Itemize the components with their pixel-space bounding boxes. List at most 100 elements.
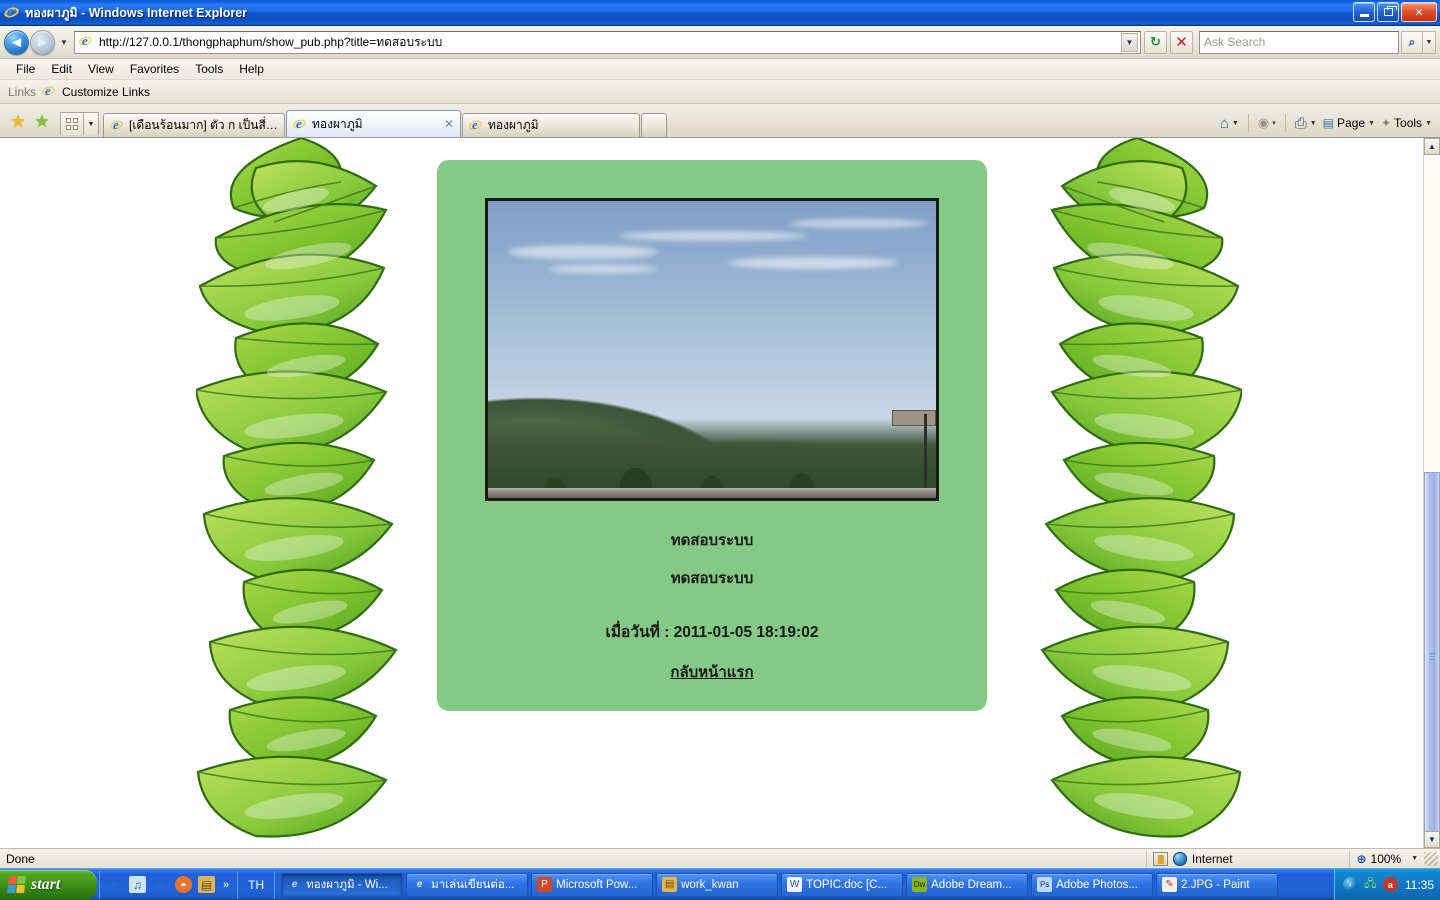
taskbar-button-6[interactable]: Ps Adobe Photos...	[1031, 872, 1154, 897]
photoshop-icon: Ps	[1037, 877, 1053, 892]
address-input[interactable]: e http://127.0.0.1/thongphaphum/show_pub…	[74, 30, 1141, 54]
windows-flag-icon	[7, 876, 26, 893]
chevron-down-icon: ▾	[1272, 120, 1276, 127]
tab-1[interactable]: e ทองผาภูมิ ✕	[286, 110, 461, 137]
language-bar[interactable]: TH	[237, 870, 276, 899]
star-plus-icon: ★	[34, 111, 50, 131]
stop-button[interactable]: ✕	[1170, 30, 1193, 54]
page-icon: ▤	[1322, 116, 1335, 130]
page-menu-label: Page	[1337, 116, 1366, 130]
taskbar-button-3[interactable]: ▤ work_kwan	[656, 872, 779, 897]
scrollbar-track[interactable]	[1424, 155, 1440, 842]
tab-label: ทองผาภูมิ	[488, 118, 539, 132]
resize-grip[interactable]	[1424, 851, 1438, 866]
quick-tabs-button[interactable]	[60, 112, 84, 135]
leaf-decoration-left	[194, 138, 426, 848]
quicklaunch-overflow-icon[interactable]: »	[223, 879, 229, 891]
taskbar-button-1[interactable]: e มาเล่นเขียนต่อ...	[406, 872, 529, 897]
tools-menu-button[interactable]: ✦ Tools ▼	[1379, 116, 1434, 130]
taskbar-button-label: 2.JPG - Paint	[1181, 878, 1250, 891]
page-favicon-icon: e	[78, 34, 95, 50]
chevron-down-icon: ▼	[60, 37, 68, 47]
antivirus-tray-icon[interactable]: a	[1382, 877, 1398, 892]
ie-icon: e	[468, 118, 484, 133]
ie-icon: e	[2, 4, 21, 22]
stop-icon: ✕	[1175, 34, 1188, 51]
ie2-quicklaunch-icon[interactable]: e	[152, 876, 169, 893]
print-button[interactable]: ⎙ ▼	[1293, 115, 1319, 132]
start-button[interactable]: start	[0, 869, 97, 900]
window-controls: ✕	[1353, 2, 1437, 22]
caption-detail: ทดสอบระบบ	[670, 570, 754, 587]
tab-0[interactable]: e [เดือนร้อนมาก] ตัว ก เป็นสี่เห...	[103, 113, 285, 137]
forest-trees	[488, 442, 936, 490]
menu-view[interactable]: View	[80, 60, 122, 78]
scroll-up-button[interactable]: ▲	[1424, 138, 1440, 155]
back-button[interactable]: ◄	[4, 29, 29, 55]
restore-button[interactable]	[1377, 2, 1399, 22]
menu-edit[interactable]: Edit	[43, 60, 80, 78]
chevron-down-icon[interactable]: ▼	[1411, 855, 1418, 862]
taskbar-button-0[interactable]: e ทองผาภูมิ - Wi...	[281, 872, 404, 897]
customize-links-item[interactable]: e Customize Links	[41, 84, 150, 100]
refresh-button[interactable]: ↻	[1144, 30, 1167, 54]
scroll-down-button[interactable]: ▼	[1424, 831, 1440, 848]
taskbar-button-7[interactable]: ✎ 2.JPG - Paint	[1156, 872, 1279, 897]
zoom-icon: ⊕	[1356, 851, 1367, 866]
taskbar-button-label: Adobe Dream...	[931, 878, 1012, 891]
chevron-up-icon: ▲	[1428, 142, 1436, 151]
links-bar: Links e Customize Links	[0, 80, 1440, 104]
add-favorite-button[interactable]: ★	[32, 111, 52, 131]
search-field[interactable]	[1204, 35, 1394, 49]
forward-button[interactable]: ►	[30, 29, 55, 55]
zone-icon	[1152, 851, 1168, 866]
tab-2[interactable]: e ทองผาภูมิ	[462, 113, 640, 137]
new-tab-button[interactable]	[641, 113, 667, 137]
feeds-icon: ◉	[1257, 115, 1270, 130]
taskbar-button-2[interactable]: P Microsoft Pow...	[531, 872, 654, 897]
menu-bar: File Edit View Favorites Tools Help	[0, 59, 1440, 80]
menu-help[interactable]: Help	[231, 60, 272, 78]
menu-tools[interactable]: Tools	[187, 60, 231, 78]
taskbar-button-4[interactable]: W TOPIC.doc [C...	[781, 872, 904, 897]
firefox-quicklaunch-icon[interactable]: ◓	[175, 876, 192, 893]
back-home-link[interactable]: กลับหน้าแรก	[670, 664, 753, 681]
ie-quicklaunch-icon[interactable]: e	[106, 876, 123, 893]
taskbar-clock[interactable]: 11:35	[1405, 878, 1434, 892]
feeds-button[interactable]: ◉ ▾	[1256, 115, 1278, 131]
menu-file[interactable]: File	[8, 60, 43, 78]
close-button[interactable]: ✕	[1401, 2, 1437, 22]
scrollbar-thumb[interactable]	[1424, 472, 1440, 842]
history-dropdown-button[interactable]: ▼	[57, 31, 71, 53]
minimize-button[interactable]	[1353, 2, 1375, 22]
favorites-center-button[interactable]: ★	[8, 111, 28, 131]
chevron-down-icon: ▼	[1425, 38, 1433, 46]
chevron-down-icon: ▼	[1428, 835, 1436, 844]
tab-close-icon[interactable]: ✕	[444, 117, 454, 131]
tray-expand-icon[interactable]: ‹	[1342, 877, 1358, 892]
star-icon: ★	[10, 111, 26, 131]
cloud	[618, 231, 808, 241]
media-quicklaunch-icon[interactable]: ♫	[129, 876, 146, 893]
network-tray-icon[interactable]: 🖧	[1363, 877, 1378, 892]
security-zone-cell[interactable]: Internet	[1147, 849, 1350, 868]
page-menu-button[interactable]: ▤ Page ▼	[1321, 116, 1377, 130]
chevron-down-icon: ▼	[1231, 119, 1239, 127]
tab-list-button[interactable]: ▼	[84, 112, 99, 135]
zoom-cell[interactable]: ⊕ 100% ▼	[1350, 849, 1424, 868]
address-dropdown-button[interactable]: ▼	[1121, 32, 1138, 52]
ie-icon: e	[291, 879, 298, 890]
vertical-scrollbar[interactable]: ▲ ▼	[1423, 138, 1440, 848]
status-text-cell: Done	[0, 849, 1146, 868]
home-button[interactable]: ⌂ ▼	[1218, 115, 1241, 132]
chevron-down-icon: ▼	[87, 120, 95, 128]
menu-favorites[interactable]: Favorites	[122, 60, 187, 78]
search-options-button[interactable]: ▼	[1423, 30, 1436, 54]
quick-launch-bar: e ♫ e ◓ ▤ »	[99, 870, 237, 899]
tab-label: [เดือนร้อนมาก] ตัว ก เป็นสี่เห...	[129, 118, 278, 132]
folder-quicklaunch-icon[interactable]: ▤	[198, 876, 215, 893]
taskbar-button-5[interactable]: Dw Adobe Dream...	[906, 872, 1029, 897]
search-input[interactable]	[1199, 30, 1399, 54]
search-go-button[interactable]: ⌕	[1401, 30, 1423, 54]
ie-icon: e	[109, 118, 125, 133]
